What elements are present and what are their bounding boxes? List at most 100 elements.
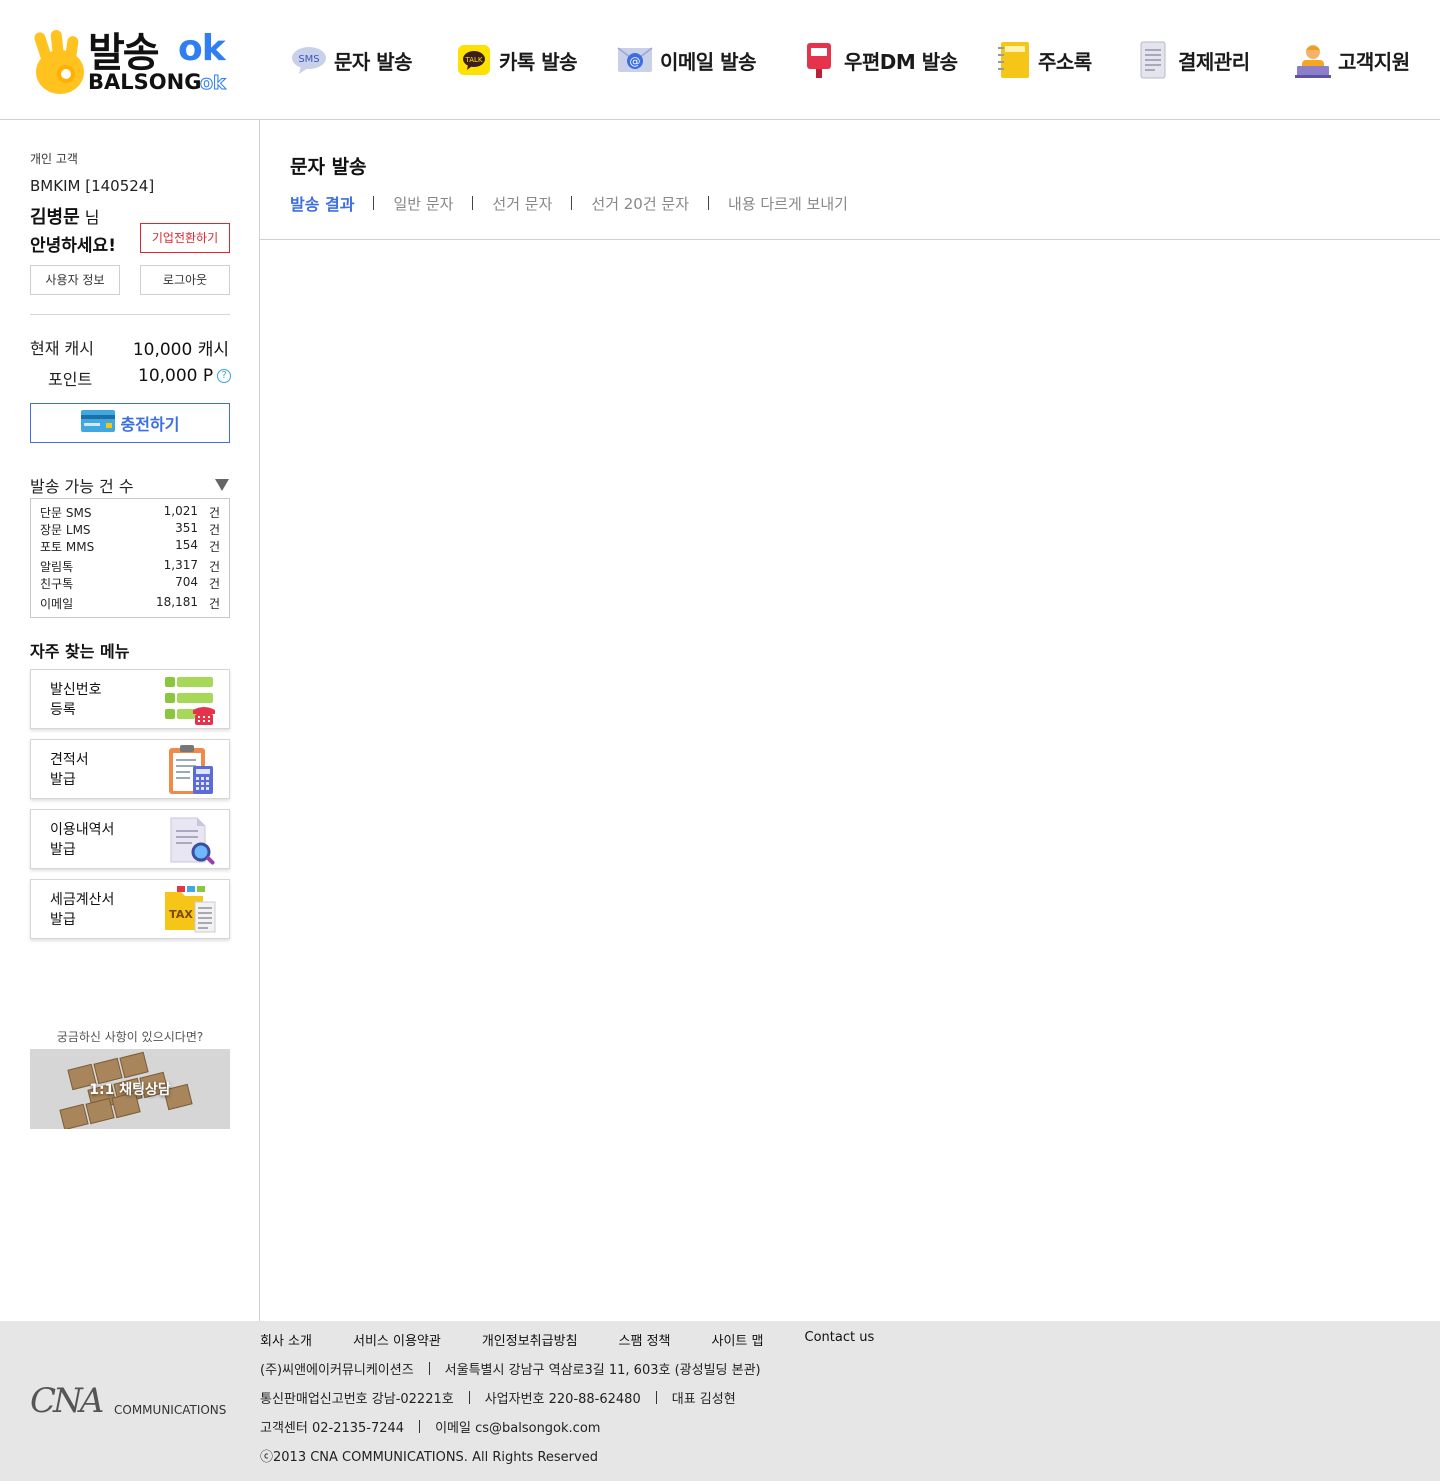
footer-link-sitemap[interactable]: 사이트 맵 <box>712 1330 764 1349</box>
nav-address-book[interactable]: 주소록 <box>994 38 1092 82</box>
fav-line2: 등록 <box>50 702 76 718</box>
document-search-icon <box>170 817 215 865</box>
count-value: 1,021 <box>163 504 198 518</box>
count-unit: 건 <box>208 560 220 574</box>
tab-election-message[interactable]: 선거 문자 <box>492 193 552 214</box>
address-book-icon <box>994 41 1032 79</box>
top-header: 발송 ok BALSONG ok SMS 문자 발송 TALK 카톡 발송 @ … <box>0 0 1440 120</box>
nav-postal-dm-label: 우편DM 발송 <box>844 49 958 74</box>
count-unit: 건 <box>208 523 220 537</box>
footer-link-terms[interactable]: 서비스 이용약관 <box>353 1330 441 1349</box>
tab-general-message[interactable]: 일반 문자 <box>393 193 453 214</box>
support-agent-icon <box>1294 41 1332 79</box>
nav-sms[interactable]: SMS 문자 발송 <box>290 38 413 82</box>
footer-link-contact[interactable]: Contact us <box>805 1330 875 1349</box>
footer-registration-line: 통신판매업신고번호 강남-02221호 사업자번호 220-88-62480 대… <box>260 1388 736 1407</box>
tab-divider <box>472 196 474 210</box>
divider <box>30 314 230 315</box>
left-sidebar: 개인 고객 BMKIM [140524] 김병문 님 안녕하세요! 기업전환하기… <box>0 120 260 1321</box>
charge-button[interactable]: 충전하기 <box>30 403 230 443</box>
fav-sender-number[interactable]: 발신번호 등록 <box>30 669 230 729</box>
footer-link-spam[interactable]: 스팸 정책 <box>619 1330 671 1349</box>
footer-biz-no: 사업자번호 220-88-62480 <box>484 1392 641 1407</box>
nav-address-book-label: 주소록 <box>1038 49 1092 74</box>
fav-usage-statement[interactable]: 이용내역서발급 <box>30 809 230 869</box>
brand-logo[interactable]: 발송 ok BALSONG ok <box>30 20 230 100</box>
footer-address: 서울특별시 강남구 역삼로3길 11, 603호 (광성빌딩 본관) <box>444 1363 761 1378</box>
nav-payment[interactable]: 결제관리 <box>1134 38 1250 82</box>
count-row: 장문 LMS 351 건 <box>40 521 220 538</box>
clipboard-calculator-icon <box>169 745 213 794</box>
chat-consult-label: 1:1 채팅상담 <box>89 1082 171 1098</box>
footer-link-about[interactable]: 회사 소개 <box>260 1330 312 1349</box>
count-name: 이메일 <box>40 597 74 611</box>
credit-card-icon <box>80 410 115 436</box>
tab-divider <box>708 196 710 210</box>
fav-label: 세금계산서발급 <box>50 890 114 930</box>
fav-line2: 발급 <box>50 772 76 788</box>
send-count-title: 발송 가능 건 수 <box>30 477 134 496</box>
cash-value: 10,000 <box>132 340 193 360</box>
footer-company: (주)씨앤에이커뮤니케이션즈 <box>260 1363 414 1378</box>
nav-sms-label: 문자 발송 <box>334 49 413 74</box>
tab-divider <box>571 196 573 210</box>
count-row: 알림톡 1,317 건 <box>40 558 220 575</box>
phone-list-icon <box>165 677 215 725</box>
count-unit: 건 <box>208 597 220 611</box>
fav-line1: 견적서 <box>50 752 89 768</box>
count-value: 18,181 <box>156 595 198 609</box>
tab-election-20-message[interactable]: 선거 20건 문자 <box>591 193 689 214</box>
cash-unit: 캐시 <box>197 340 229 360</box>
tab-divider <box>373 196 375 210</box>
footer-logo-sub: COMMUNICATIONS <box>114 1403 227 1417</box>
footer-divider <box>419 1420 421 1433</box>
cash-label: 현재 캐시 <box>30 339 94 358</box>
nav-postal-dm[interactable]: 우편DM 발송 <box>800 38 958 82</box>
logout-button[interactable]: 로그아웃 <box>140 265 230 295</box>
greeting: 안녕하세요! <box>30 236 116 256</box>
fav-label: 견적서발급 <box>50 750 89 790</box>
fav-line1: 세금계산서 <box>50 892 115 908</box>
nav-support[interactable]: 고객지원 <box>1294 38 1410 82</box>
kakaotalk-icon: TALK <box>455 41 493 79</box>
tab-different-content[interactable]: 내용 다르게 보내기 <box>728 193 848 214</box>
postbox-icon <box>800 41 838 79</box>
help-question-icon[interactable]: ? <box>217 369 232 383</box>
count-name: 포토 MMS <box>40 540 95 554</box>
charge-label: 충전하기 <box>120 415 180 434</box>
content-area <box>260 241 1440 1321</box>
tax-folder-icon: TAX <box>165 886 216 933</box>
fav-line2: 발급 <box>50 842 76 858</box>
count-unit: 건 <box>208 540 220 554</box>
tab-send-result[interactable]: 발송 결과 <box>290 191 354 215</box>
nav-email[interactable]: @ 이메일 발송 <box>616 38 756 82</box>
footer-links: 회사 소개 서비스 이용약관 개인정보취급방침 스팸 정책 사이트 맵 Cont… <box>260 1330 915 1349</box>
user-type: 개인 고객 <box>30 152 78 166</box>
footer-mail-order: 통신판매업신고번호 강남-02221호 <box>260 1392 454 1407</box>
footer-link-privacy[interactable]: 개인정보취급방침 <box>482 1330 578 1349</box>
count-row: 이메일 18,181 건 <box>40 595 220 612</box>
point-amount: 10,000 P ? <box>138 366 232 386</box>
footer-logo-cna: CNA <box>30 1381 104 1421</box>
count-unit: 건 <box>208 577 220 591</box>
sms-bubble-icon: SMS <box>290 41 328 79</box>
user-info-button[interactable]: 사용자 정보 <box>30 265 120 295</box>
tax-badge: TAX <box>169 908 193 921</box>
count-name: 친구톡 <box>40 577 74 591</box>
convert-business-button[interactable]: 기업전환하기 <box>140 223 230 253</box>
fav-line1: 이용내역서 <box>50 822 115 838</box>
footer-divider <box>655 1391 657 1404</box>
chat-consult-banner[interactable]: 1:1 채팅상담 <box>30 1049 230 1129</box>
footer-contact-line: 고객센터 02-2135-7244 이메일 cs@balsongok.com <box>260 1417 600 1436</box>
user-name-line: 김병문 님 <box>30 203 100 229</box>
fav-quote[interactable]: 견적서발급 <box>30 739 230 799</box>
fav-tax-invoice[interactable]: 세금계산서발급 TAX <box>30 879 230 939</box>
receipt-icon <box>1134 41 1172 79</box>
sms-badge: SMS <box>298 54 319 65</box>
count-value: 704 <box>175 575 198 589</box>
page-title: 문자 발송 <box>290 156 367 178</box>
triangle-down-icon[interactable] <box>214 477 230 496</box>
count-row: 단문 SMS 1,021 건 <box>40 504 220 521</box>
nav-kakao[interactable]: TALK 카톡 발송 <box>455 38 578 82</box>
fav-line2: 발급 <box>50 912 76 928</box>
